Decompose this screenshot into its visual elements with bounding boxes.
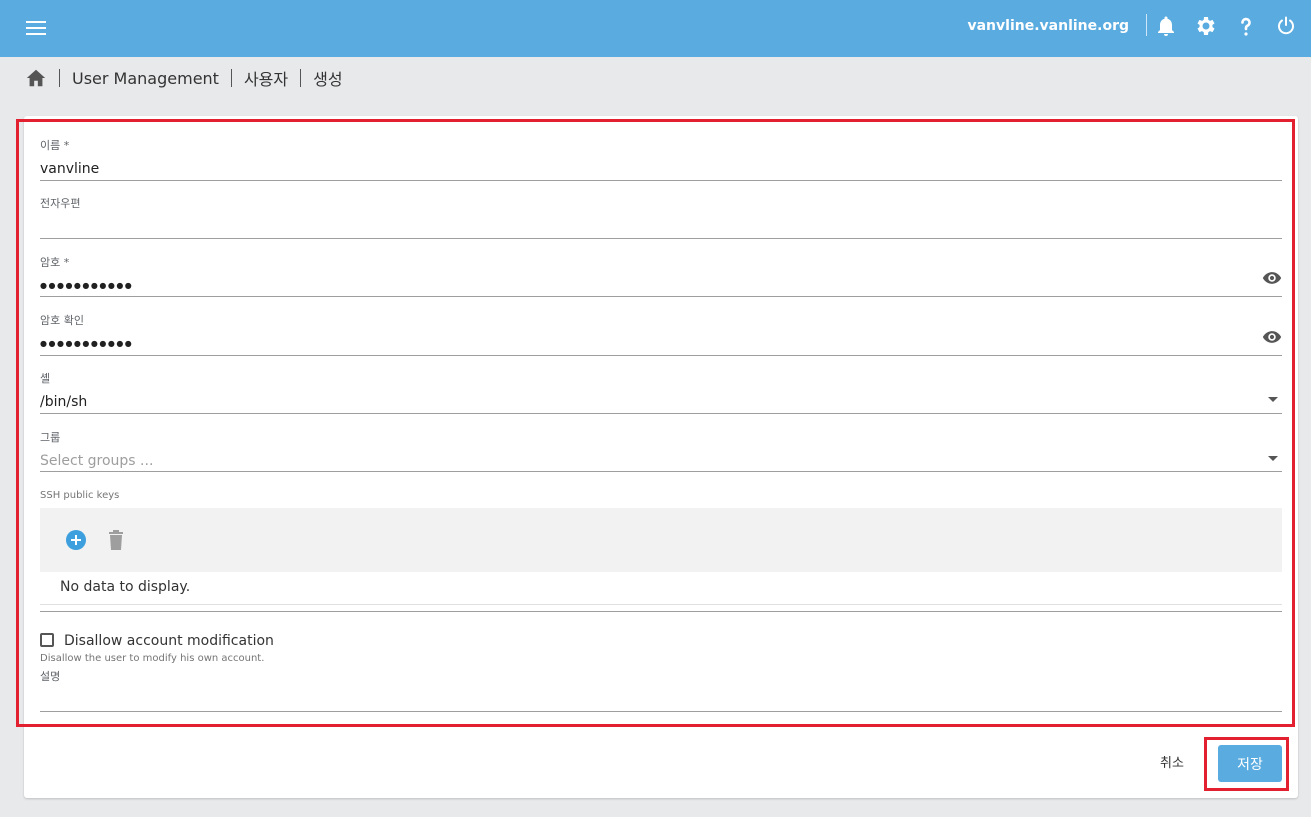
ssh-empty-text: No data to display. (60, 579, 191, 595)
name-field[interactable]: 이름 * vanvline (40, 139, 1282, 181)
menu-icon[interactable] (26, 18, 46, 38)
description-underline (40, 711, 1282, 712)
email-underline (40, 238, 1282, 239)
name-label: 이름 * (40, 139, 70, 152)
ssh-keys-toolbar (40, 508, 1282, 572)
help-icon[interactable] (1234, 14, 1258, 38)
bell-icon[interactable] (1154, 14, 1178, 38)
email-label: 전자우편 (40, 197, 81, 210)
ssh-keys-label: SSH public keys (40, 490, 120, 501)
ssh-table-divider (40, 604, 1282, 605)
hostname: vanvline.vanline.org (967, 18, 1129, 34)
name-underline (40, 180, 1282, 181)
chevron-down-icon[interactable] (1268, 456, 1278, 461)
description-input[interactable] (40, 690, 1282, 710)
eye-icon[interactable] (1262, 268, 1282, 288)
home-icon[interactable] (25, 67, 47, 89)
password-underline (40, 296, 1282, 297)
email-field[interactable]: 전자우편 (40, 197, 1282, 239)
top-bar: vanvline.vanline.org (0, 0, 1311, 57)
password-confirm-input[interactable]: ●●●●●●●●●●● (40, 334, 1282, 354)
groups-placeholder[interactable]: Select groups ... (40, 451, 1282, 471)
description-field[interactable]: 설명 (40, 670, 1282, 712)
save-button[interactable]: 저장 (1218, 745, 1282, 782)
shell-select[interactable]: 셸 /bin/sh (40, 372, 1282, 414)
eye-icon[interactable] (1262, 327, 1282, 347)
password-field[interactable]: 암호 * ●●●●●●●●●●● (40, 256, 1282, 298)
add-icon[interactable] (66, 530, 86, 550)
description-label: 설명 (40, 670, 61, 683)
password-input[interactable]: ●●●●●●●●●●● (40, 276, 1282, 296)
email-input[interactable] (40, 217, 1282, 237)
chevron-down-icon[interactable] (1268, 397, 1278, 402)
breadcrumb-users[interactable]: 사용자 (244, 66, 288, 90)
breadcrumb-separator (300, 69, 302, 87)
shell-value[interactable]: /bin/sh (40, 392, 1282, 412)
groups-select[interactable]: 그룹 Select groups ... (40, 431, 1282, 473)
trash-icon[interactable] (108, 530, 124, 550)
password-confirm-underline (40, 355, 1282, 356)
password-confirm-field[interactable]: 암호 확인 ●●●●●●●●●●● (40, 314, 1282, 356)
disallow-modification-hint: Disallow the user to modify his own acco… (40, 653, 265, 664)
shell-underline (40, 413, 1282, 414)
disallow-modification-checkbox[interactable] (40, 633, 54, 647)
breadcrumb-separator (230, 69, 232, 87)
shell-label: 셸 (40, 372, 51, 385)
gear-icon[interactable] (1194, 14, 1218, 38)
name-input[interactable]: vanvline (40, 159, 1282, 179)
breadcrumb-create: 생성 (313, 70, 343, 89)
breadcrumb-separator (59, 69, 60, 87)
breadcrumb: User Management 사용자 생성 (25, 66, 343, 90)
password-confirm-label: 암호 확인 (40, 314, 84, 327)
ssh-underline (40, 611, 1282, 612)
groups-underline (40, 471, 1282, 472)
cancel-button[interactable]: 취소 (1160, 752, 1184, 771)
power-icon[interactable] (1274, 14, 1298, 38)
disallow-modification-label[interactable]: Disallow account modification (64, 632, 274, 650)
toolbar-separator (1146, 14, 1147, 36)
breadcrumb-user-management[interactable]: User Management (72, 69, 219, 88)
password-label: 암호 * (40, 256, 70, 269)
groups-label: 그룹 (40, 431, 61, 444)
